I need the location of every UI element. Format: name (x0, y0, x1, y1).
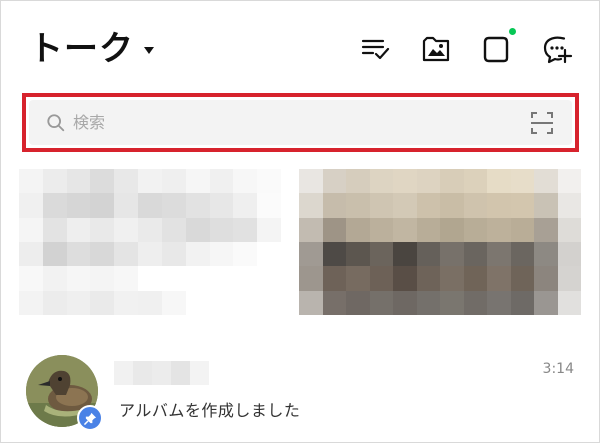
search-icon (45, 112, 67, 134)
banner-image-mosaic (299, 169, 581, 315)
chat-name-blurred (114, 361, 209, 385)
voom-button[interactable] (479, 28, 516, 66)
talk-screen: トーク 検索 アルバムを作成しました 3:14 (0, 0, 600, 443)
album-icon (422, 36, 450, 62)
notification-dot (509, 28, 516, 35)
pin-icon (77, 405, 103, 431)
edit-list-button[interactable] (358, 32, 392, 66)
qr-scan-icon[interactable] (530, 111, 554, 135)
chat-preview: アルバムを作成しました (119, 401, 301, 420)
page-title: トーク (29, 29, 134, 69)
search-input[interactable] (73, 113, 493, 132)
banner-mosaic-left (19, 169, 281, 315)
search-bar[interactable] (29, 100, 572, 145)
talk-title-dropdown[interactable]: トーク (29, 27, 154, 71)
edit-list-icon (361, 39, 390, 60)
new-chat-button[interactable] (541, 32, 575, 66)
album-button[interactable] (419, 32, 453, 66)
header: トーク (1, 1, 600, 91)
ad-banner[interactable] (19, 169, 581, 315)
chat-list-item[interactable]: アルバムを作成しました 3:14 (1, 341, 600, 441)
caret-down-icon (144, 46, 154, 54)
chat-timestamp: 3:14 (542, 361, 574, 377)
voom-icon (483, 36, 509, 63)
new-chat-icon (543, 36, 573, 64)
